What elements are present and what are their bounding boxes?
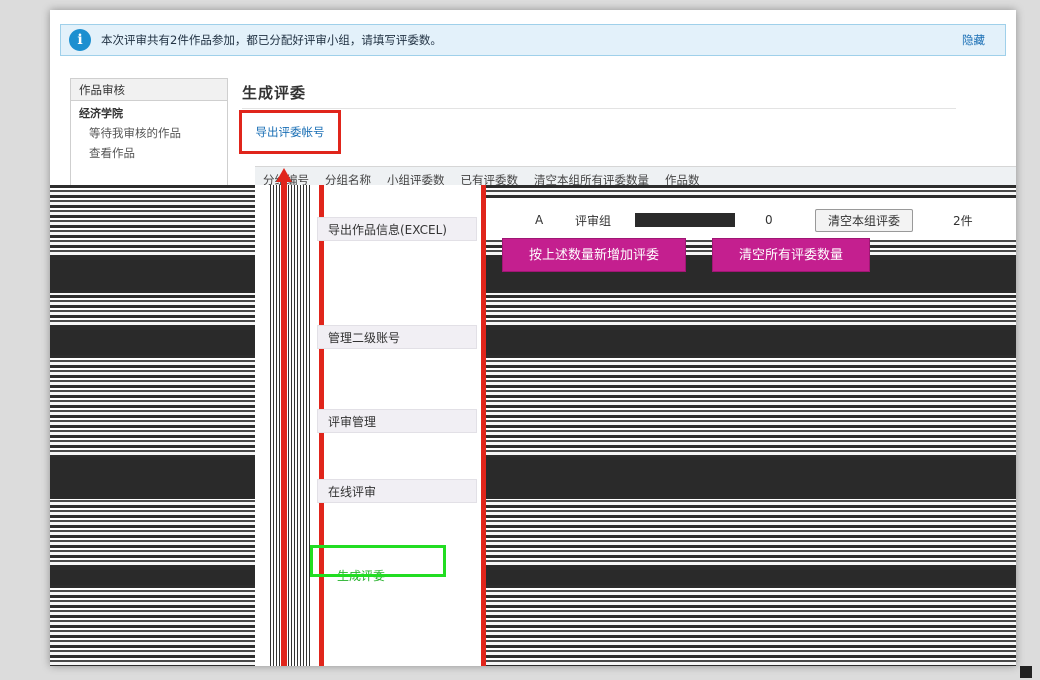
- info-icon: i: [69, 29, 91, 51]
- corner-square: [1020, 666, 1032, 678]
- title-divider: [242, 108, 956, 109]
- row-works-count: 2件: [953, 213, 973, 228]
- left-panel-header: 作品审核: [71, 79, 227, 101]
- overlay-band: [50, 565, 1016, 585]
- row-group-id: A: [535, 213, 544, 227]
- export-link-highlight: 导出评委帐号: [239, 110, 341, 154]
- clear-group-judges-button[interactable]: 清空本组评委: [815, 208, 914, 232]
- menu-section-export[interactable]: 导出作品信息(EXCEL): [317, 217, 477, 241]
- add-judges-button[interactable]: 按上述数量新增加评委: [502, 238, 687, 272]
- notice-text: 本次评审共有2件作品参加，都已分配好评审小组，请填写评委数。: [101, 33, 442, 47]
- menu-section-accounts[interactable]: 管理二级账号: [317, 325, 477, 349]
- left-nav-panel: 作品审核 经济学院 等待我审核的作品 查看作品: [70, 78, 228, 198]
- nav-link-waiting-review[interactable]: 等待我审核的作品: [71, 123, 227, 143]
- nav-link-view-works[interactable]: 查看作品: [71, 143, 227, 163]
- red-marker-bar: [481, 185, 486, 666]
- menu-stripes: [270, 185, 310, 666]
- overlay-band: [50, 325, 1016, 355]
- action-buttons: 按上述数量新增加评委 清空所有评委数量: [502, 238, 871, 272]
- hide-notice-link[interactable]: 隐藏: [962, 32, 985, 48]
- clear-all-judges-button[interactable]: 清空所有评委数量: [712, 238, 871, 272]
- info-notice-bar: i 本次评审共有2件作品参加，都已分配好评审小组，请填写评委数。 隐藏: [60, 24, 1006, 56]
- judge-count-input[interactable]: [635, 213, 735, 227]
- overlay-band: [50, 457, 1016, 499]
- row-group-name: 评审组: [575, 213, 612, 228]
- generate-judges-highlight: [310, 545, 446, 577]
- college-label: 经济学院: [79, 107, 123, 120]
- menu-section-review[interactable]: 评审管理: [317, 409, 477, 433]
- page-title: 生成评委: [242, 84, 307, 102]
- browser-frame: i 本次评审共有2件作品参加，都已分配好评审小组，请填写评委数。 隐藏 作品审核…: [50, 10, 1016, 666]
- export-judge-accounts-link[interactable]: 导出评委帐号: [256, 124, 325, 140]
- side-menu: 导出作品信息(EXCEL) 管理二级账号 评审管理 在线评审 生成评委: [255, 185, 486, 666]
- menu-section-online-review[interactable]: 在线评审: [317, 479, 477, 503]
- arrow-shaft: [281, 180, 287, 666]
- row-existing-judges: 0: [765, 213, 773, 227]
